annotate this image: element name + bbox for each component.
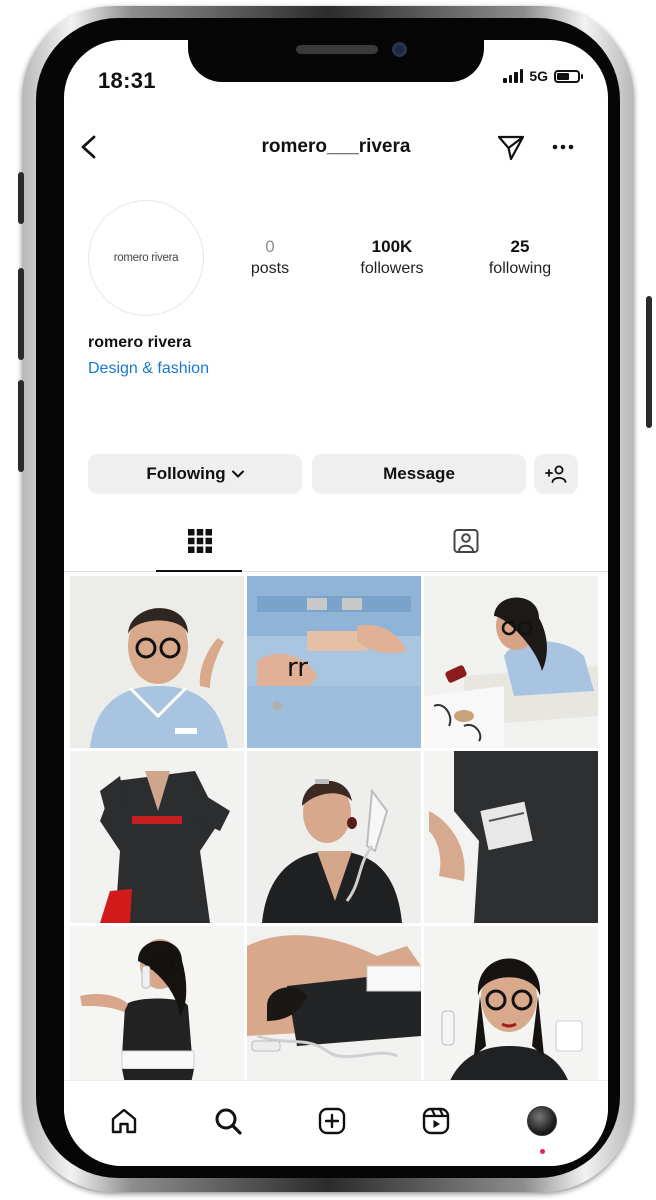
post-tile[interactable] xyxy=(70,751,244,923)
power-button xyxy=(646,296,652,428)
add-person-icon xyxy=(545,465,567,483)
active-tab-indicator xyxy=(156,570,242,572)
post-image xyxy=(424,576,598,748)
search-icon xyxy=(215,1108,242,1135)
stat-following-label: following xyxy=(488,260,552,277)
post-tile[interactable] xyxy=(247,751,421,923)
stat-posts[interactable]: 0 posts xyxy=(240,236,300,280)
stat-posts-label: posts xyxy=(250,260,290,277)
post-grid: rr xyxy=(70,576,598,1098)
profile-avatar[interactable]: romero rivera xyxy=(88,200,204,316)
front-camera xyxy=(392,42,407,57)
post-tile[interactable] xyxy=(424,926,598,1098)
nav-home[interactable] xyxy=(106,1103,142,1139)
stat-followers-value: 100K xyxy=(371,237,413,256)
status-indicators: 5G xyxy=(503,68,583,84)
message-button[interactable]: Message xyxy=(312,454,526,494)
chevron-down-icon xyxy=(231,470,244,478)
tagged-person-icon xyxy=(453,529,479,553)
profile-avatar-icon xyxy=(527,1106,557,1136)
stat-posts-value: 0 xyxy=(265,237,275,256)
message-button-label: Message xyxy=(383,464,455,483)
grid-icon xyxy=(188,529,212,553)
signal-bars-icon xyxy=(503,69,524,83)
nav-create[interactable] xyxy=(314,1103,350,1139)
notch xyxy=(188,40,484,82)
post-tile[interactable] xyxy=(424,751,598,923)
paper-plane-icon[interactable] xyxy=(496,132,526,162)
network-label: 5G xyxy=(529,68,548,84)
nav-reels[interactable] xyxy=(418,1103,454,1139)
stat-following-value: 25 xyxy=(510,237,530,256)
battery-icon xyxy=(554,69,583,83)
nav-profile[interactable] xyxy=(524,1103,560,1139)
post-tile[interactable] xyxy=(424,576,598,748)
bottom-nav xyxy=(64,1080,608,1166)
post-tile[interactable] xyxy=(70,926,244,1098)
add-person-button[interactable] xyxy=(534,454,578,494)
create-post-icon xyxy=(318,1107,346,1135)
profile-bio[interactable]: Design & fashion xyxy=(88,360,209,378)
tab-tagged[interactable] xyxy=(422,524,510,558)
volume-down-button xyxy=(18,380,24,472)
stat-followers-label: followers xyxy=(360,260,424,277)
post-image: rr xyxy=(247,576,421,748)
post-image xyxy=(247,751,421,923)
tabs-divider xyxy=(64,571,608,572)
post-image xyxy=(70,751,244,923)
post-image xyxy=(424,926,598,1098)
profile-display-name: romero rivera xyxy=(88,334,192,351)
following-button[interactable]: Following xyxy=(88,454,302,494)
stat-following[interactable]: 25 following xyxy=(478,236,562,280)
post-image xyxy=(70,576,244,748)
status-time: 18:31 xyxy=(98,68,156,93)
reels-icon xyxy=(422,1107,450,1135)
svg-text:rr: rr xyxy=(287,653,308,683)
post-image xyxy=(424,751,598,923)
earpiece-speaker xyxy=(296,45,378,54)
nav-search[interactable] xyxy=(210,1103,246,1139)
ellipsis-icon[interactable] xyxy=(550,132,576,162)
post-tile[interactable] xyxy=(70,576,244,748)
following-button-label: Following xyxy=(146,464,226,483)
phone-screen: 18:31 5G romero___rivera romero rivera 0… xyxy=(64,40,608,1166)
tab-posts-grid[interactable] xyxy=(156,524,244,558)
home-icon xyxy=(111,1108,137,1134)
post-tile[interactable] xyxy=(247,926,421,1098)
volume-up-button xyxy=(18,268,24,360)
post-tile[interactable]: rr xyxy=(247,576,421,748)
profile-username: romero___rivera xyxy=(261,136,411,157)
stat-followers[interactable]: 100K followers xyxy=(350,236,434,280)
post-image xyxy=(70,926,244,1098)
post-image xyxy=(247,926,421,1098)
notification-dot xyxy=(540,1149,545,1154)
silent-switch xyxy=(18,172,24,224)
avatar-logo-text: romero rivera xyxy=(113,252,179,264)
